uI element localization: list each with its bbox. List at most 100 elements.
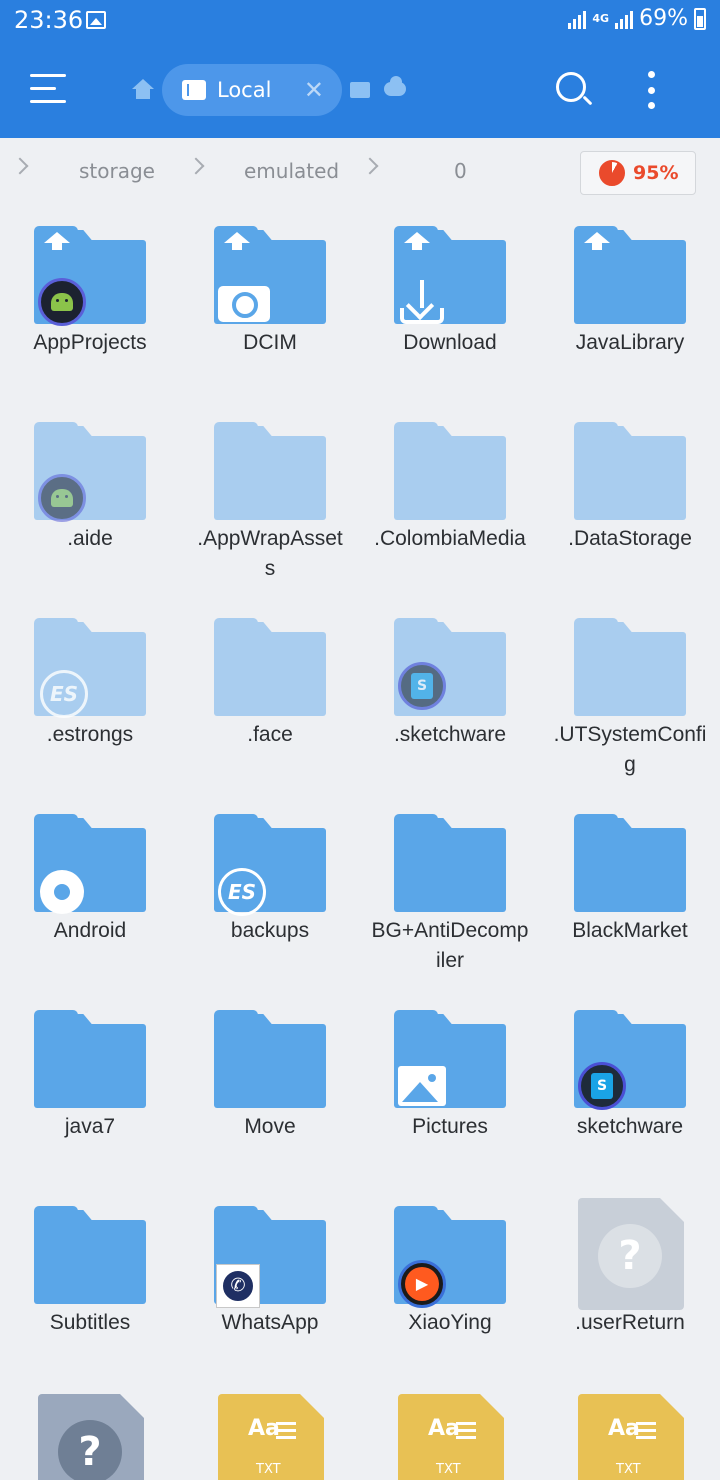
folder-icon: [214, 422, 326, 520]
folder-name: .DataStorage: [568, 527, 692, 550]
folder-name: Subtitles: [49, 1311, 131, 1334]
folder-item[interactable]: S sketchware: [540, 992, 720, 1188]
file-name: .userReturn: [575, 1311, 685, 1334]
folder-item[interactable]: Download: [360, 208, 540, 404]
more-options-icon[interactable]: [644, 71, 658, 109]
folder-icon: [574, 618, 686, 716]
app-toolbar: Local ✕: [0, 42, 720, 138]
file-item[interactable]: ? .userReturn: [540, 1188, 720, 1384]
text-file-icon: Aa TXT: [578, 1394, 684, 1480]
camera-icon: [218, 286, 270, 322]
folder-item[interactable]: ✆ WhatsApp: [180, 1188, 360, 1384]
cloud-icon[interactable]: [384, 76, 406, 96]
folder-item[interactable]: .aide: [0, 404, 180, 600]
window-icon[interactable]: [350, 82, 370, 98]
tab-local[interactable]: Local ✕: [162, 64, 342, 116]
file-item[interactable]: Aa TXT: [540, 1384, 720, 1480]
folder-icon: [214, 618, 326, 716]
tab-local-label: Local: [217, 78, 272, 102]
sketchware-icon: S: [578, 1062, 626, 1110]
folder-name: .estrongs: [46, 723, 134, 746]
xiaoying-icon: ▶: [398, 1260, 446, 1308]
folder-name: WhatsApp: [221, 1311, 319, 1334]
folder-name: BlackMarket: [572, 919, 688, 942]
folder-item[interactable]: Move: [180, 992, 360, 1188]
folder-item[interactable]: Android: [0, 796, 180, 992]
folder-item[interactable]: java7: [0, 992, 180, 1188]
signal-icon: [568, 9, 587, 29]
folder-item[interactable]: BG+AntiDecompiler: [360, 796, 540, 992]
folder-name: .sketchware: [393, 723, 507, 746]
folder-name: backups: [230, 919, 310, 942]
close-icon[interactable]: ✕: [304, 78, 324, 102]
status-icons: 4G 69%: [568, 6, 706, 31]
folder-item[interactable]: BlackMarket: [540, 796, 720, 992]
search-icon[interactable]: [556, 72, 593, 108]
folder-name: .UTSystemConfig: [553, 723, 707, 776]
breadcrumb-item-0[interactable]: 0: [454, 159, 467, 183]
folder-item[interactable]: ES .estrongs: [0, 600, 180, 796]
storage-usage-percent: 95%: [633, 162, 679, 184]
folder-name: AppProjects: [33, 331, 147, 354]
folder-icon: [574, 814, 686, 912]
folder-item[interactable]: S .sketchware: [360, 600, 540, 796]
folder-item[interactable]: .UTSystemConfig: [540, 600, 720, 796]
breadcrumb-item-storage[interactable]: storage: [79, 159, 155, 183]
battery-icon: [694, 7, 706, 30]
folder-item[interactable]: AppProjects: [0, 208, 180, 404]
file-item[interactable]: Aa TXT: [180, 1384, 360, 1480]
folder-item[interactable]: .ColombiaMedia: [360, 404, 540, 600]
android-ide-icon: [38, 278, 86, 326]
upload-arrow-icon: [584, 232, 610, 254]
gear-icon: [40, 870, 84, 914]
folder-name: XiaoYing: [408, 1311, 492, 1334]
chevron-right-icon: [187, 157, 205, 175]
menu-icon[interactable]: [30, 74, 66, 104]
storage-icon: [182, 80, 206, 100]
folder-name: .ColombiaMedia: [374, 527, 526, 550]
whatsapp-icon: ✆: [216, 1264, 260, 1308]
folder-icon: [34, 1010, 146, 1108]
unknown-file-icon: ?: [578, 1198, 684, 1310]
file-item[interactable]: Aa TXT: [360, 1384, 540, 1480]
folder-name: .aide: [67, 527, 113, 550]
folder-item[interactable]: ES backups: [180, 796, 360, 992]
es-icon: ES: [40, 670, 88, 718]
status-bar: 23:36 4G 69%: [0, 0, 720, 42]
android-ide-icon: [38, 474, 86, 522]
folder-icon: [394, 422, 506, 520]
upload-arrow-icon: [404, 232, 430, 254]
folder-icon: [574, 422, 686, 520]
folder-name: java7: [64, 1115, 116, 1138]
sketchware-icon: S: [398, 662, 446, 710]
network-type: 4G: [592, 11, 610, 25]
storage-usage-button[interactable]: 95%: [580, 151, 696, 195]
download-icon: [398, 278, 446, 326]
breadcrumb-item-emulated[interactable]: emulated: [244, 159, 339, 183]
folder-name: BG+AntiDecompiler: [371, 919, 529, 972]
folder-item[interactable]: Subtitles: [0, 1188, 180, 1384]
folder-item[interactable]: .face: [180, 600, 360, 796]
folder-name: JavaLibrary: [575, 331, 685, 354]
folder-item[interactable]: .DataStorage: [540, 404, 720, 600]
folder-name: Pictures: [412, 1115, 488, 1138]
signal-icon-2: [615, 9, 634, 29]
chevron-right-icon: [11, 157, 29, 175]
folder-item[interactable]: DCIM: [180, 208, 360, 404]
folder-item[interactable]: ▶ XiaoYing: [360, 1188, 540, 1384]
upload-arrow-icon: [44, 232, 70, 254]
file-item[interactable]: ?: [0, 1384, 180, 1480]
folder-item[interactable]: JavaLibrary: [540, 208, 720, 404]
gallery-notification-icon: [86, 11, 106, 29]
folder-name: Download: [403, 331, 497, 354]
folder-name: .face: [247, 723, 293, 746]
breadcrumb: storage emulated 0 95%: [0, 138, 720, 208]
home-icon[interactable]: [132, 79, 154, 99]
folder-item[interactable]: .AppWrapAssets: [180, 404, 360, 600]
folder-item[interactable]: Pictures: [360, 992, 540, 1188]
upload-arrow-icon: [224, 232, 250, 254]
text-file-icon: Aa TXT: [218, 1394, 324, 1480]
folder-name: Move: [244, 1115, 296, 1138]
folder-icon: [574, 226, 686, 324]
text-file-icon: Aa TXT: [398, 1394, 504, 1480]
